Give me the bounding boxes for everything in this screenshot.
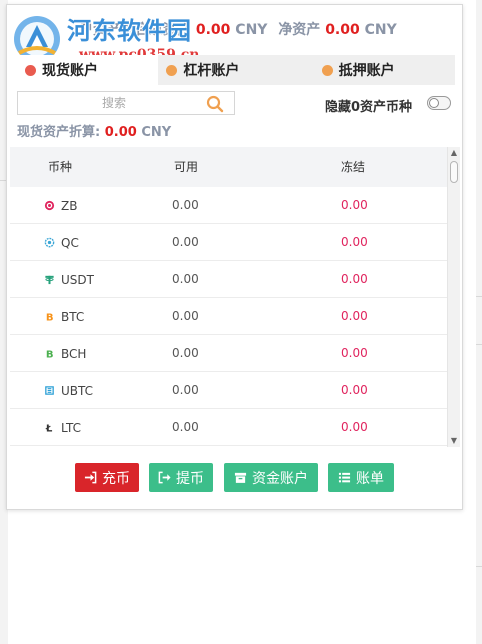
coin-name: LTC <box>61 420 82 435</box>
available-cell: 0.00 <box>172 272 199 286</box>
qc-icon <box>44 237 55 248</box>
search-icon[interactable] <box>206 95 224 113</box>
watermark-title: 河东软件园 <box>67 17 192 45</box>
table-scrollbar[interactable]: ▲ ▼ <box>447 147 460 447</box>
tab-dot-icon <box>166 64 178 76</box>
withdraw-label: 提币 <box>176 470 204 487</box>
spot-folded-value: 现货资产折算: 0.00 CNY <box>17 121 171 140</box>
coin-name: BTC <box>61 309 85 324</box>
hide-zero-toggle[interactable] <box>427 96 451 110</box>
background-strip-right <box>476 0 482 644</box>
usdt-icon <box>45 275 54 285</box>
summary-net-unit: CNY <box>364 22 397 38</box>
available-cell: 0.00 <box>172 198 199 212</box>
coin-name: UBTC <box>61 383 94 398</box>
ubtc-icon <box>45 386 54 395</box>
summary-net-value: 0.00 <box>325 22 360 38</box>
tab-spot-account[interactable]: 现货账户 <box>17 55 159 85</box>
zb-icon <box>44 200 55 211</box>
btc-icon: B <box>46 313 54 322</box>
table-row[interactable]: QC 0.00 0.00 <box>10 224 448 261</box>
tab-collateral-account[interactable]: 抵押账户 <box>300 55 455 85</box>
scrollbar-thumb[interactable] <box>450 161 458 183</box>
svg-text:B: B <box>46 350 54 359</box>
svg-text:B: B <box>46 313 54 322</box>
table-row[interactable]: Ł LTC 0.00 0.00 <box>10 409 448 446</box>
deposit-label: 充币 <box>102 470 130 487</box>
summary-total-unit: CNY <box>235 22 268 38</box>
coin-cell: B BTC <box>44 298 84 335</box>
spot-folded-amount: 0.00 <box>104 125 137 140</box>
table-row[interactable]: USDT 0.00 0.00 <box>10 261 448 298</box>
frozen-cell: 0.00 <box>341 383 368 397</box>
frozen-cell: 0.00 <box>341 346 368 360</box>
action-bar: 充币 提币 资金账户 账单 <box>7 463 462 493</box>
table-row[interactable]: B BTC 0.00 0.00 <box>10 298 448 335</box>
frozen-cell: 0.00 <box>341 420 368 434</box>
bch-icon: B <box>46 350 54 359</box>
header-frozen: 冻结 <box>341 160 366 174</box>
table-row[interactable]: ZB 0.00 0.00 <box>10 187 448 224</box>
assets-table: 币种 可用 冻结 ZB 0.00 0.00 QC 0.00 0.00 USDT … <box>10 147 461 447</box>
frozen-cell: 0.00 <box>341 309 368 323</box>
coin-name: BCH <box>61 346 87 361</box>
coin-cell: B BCH <box>44 335 87 372</box>
available-cell: 0.00 <box>172 383 199 397</box>
coin-name: USDT <box>61 272 94 287</box>
sign-out-icon <box>158 471 171 484</box>
tab-label: 杠杆账户 <box>183 63 240 79</box>
scroll-down-icon[interactable]: ▼ <box>449 436 459 446</box>
list-icon <box>338 472 351 483</box>
background-divider-right <box>476 296 482 297</box>
funds-account-label: 资金账户 <box>252 470 308 487</box>
scroll-up-icon[interactable]: ▲ <box>449 148 459 158</box>
spot-folded-unit: CNY <box>141 125 172 140</box>
available-cell: 0.00 <box>172 420 199 434</box>
archive-icon <box>234 472 247 483</box>
tab-dot-icon <box>25 64 36 76</box>
table-row[interactable]: B BCH 0.00 0.00 <box>10 335 448 372</box>
spot-folded-label: 现货资产折算: <box>17 125 101 140</box>
bill-label: 账单 <box>356 470 384 487</box>
frozen-cell: 0.00 <box>341 272 368 286</box>
frozen-cell: 0.00 <box>341 198 368 212</box>
background-divider-right-3 <box>476 566 482 567</box>
table-header: 币种 可用 冻结 <box>10 147 448 187</box>
tab-label: 抵押账户 <box>338 63 395 79</box>
hide-zero-label: 隐藏0资产币种 <box>325 100 413 115</box>
coin-cell: UBTC <box>44 372 93 409</box>
tab-label: 现货账户 <box>42 63 98 79</box>
sign-in-icon <box>84 471 97 484</box>
header-coin: 币种 <box>48 160 73 174</box>
coin-cell: USDT <box>44 261 94 298</box>
ltc-icon: Ł <box>45 424 53 433</box>
search-input[interactable] <box>24 94 204 112</box>
tab-dot-icon <box>321 64 333 76</box>
available-cell: 0.00 <box>172 235 199 249</box>
assets-panel: 户资产折合总资产 0.00 CNY 净资产 0.00 CNY 河东软件园 www… <box>6 4 463 510</box>
coin-name: ZB <box>61 198 78 213</box>
background-divider-right-2 <box>476 344 482 345</box>
summary-net-label: 净资产 <box>278 22 321 38</box>
account-tabs: 现货账户 杠杆账户 抵押账户 <box>17 55 455 85</box>
available-cell: 0.00 <box>172 346 199 360</box>
bill-button[interactable]: 账单 <box>328 463 394 492</box>
header-available: 可用 <box>174 160 199 174</box>
tab-margin-account[interactable]: 杠杆账户 <box>158 55 299 85</box>
funds-account-button[interactable]: 资金账户 <box>224 463 318 492</box>
search-box <box>17 91 235 115</box>
coin-cell: ZB <box>44 187 77 224</box>
svg-text:Ł: Ł <box>45 424 53 433</box>
coin-cell: QC <box>44 224 79 261</box>
table-row[interactable]: UBTC 0.00 0.00 <box>10 372 448 409</box>
available-cell: 0.00 <box>172 309 199 323</box>
withdraw-button[interactable]: 提币 <box>149 463 213 492</box>
coin-name: QC <box>61 235 79 250</box>
toggle-knob <box>429 98 439 108</box>
deposit-button[interactable]: 充币 <box>75 463 139 492</box>
frozen-cell: 0.00 <box>341 235 368 249</box>
coin-cell: Ł LTC <box>44 409 81 446</box>
